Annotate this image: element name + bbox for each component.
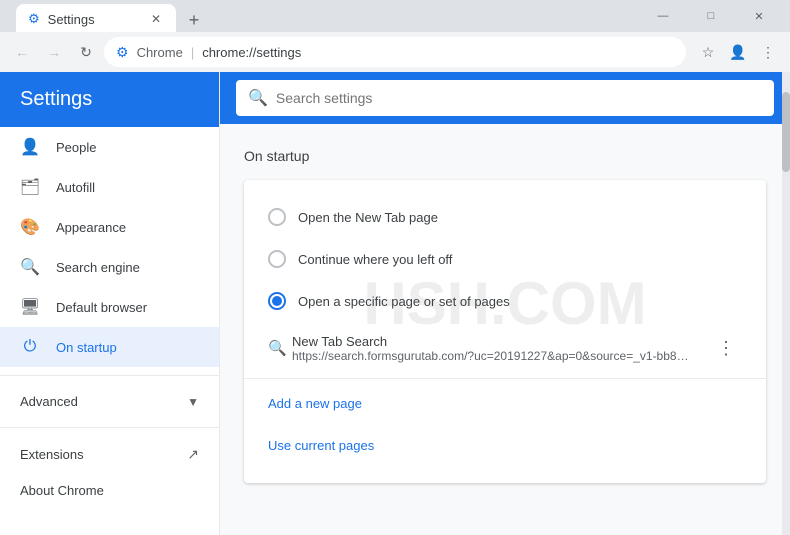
radio-label-specific: Open a specific page or set of pages (298, 294, 510, 309)
search-bar-container: 🔍 (220, 72, 790, 124)
url-text: chrome://settings (202, 45, 301, 60)
tab-title: Settings (48, 12, 95, 27)
sidebar-label-search-engine: Search engine (56, 260, 140, 275)
external-link-icon: ↗ (187, 446, 199, 463)
search-bar[interactable]: 🔍 (236, 80, 774, 116)
about-chrome-label: About Chrome (20, 483, 104, 498)
sidebar: Settings 👤 People 🗂 Autofill 🎨 Appearanc… (0, 72, 220, 535)
address-bar: ← → ↻ ⚙ Chrome | chrome://settings ☆ 👤 ⋮ (0, 32, 790, 72)
sidebar-item-about-chrome[interactable]: About Chrome (0, 473, 219, 508)
radio-circle-specific (268, 292, 286, 310)
sidebar-label-on-startup: On startup (56, 340, 117, 355)
add-new-page-container: Add a new page (244, 383, 766, 425)
people-icon: 👤 (20, 137, 40, 157)
sidebar-divider-2 (0, 427, 219, 428)
minimize-button[interactable]: — (640, 0, 686, 32)
sidebar-label-people: People (56, 140, 96, 155)
browser-content: Settings 👤 People 🗂 Autofill 🎨 Appearanc… (0, 72, 790, 535)
section-title: On startup (244, 148, 766, 164)
entry-url: https://search.formsgurutab.com/?uc=2019… (292, 349, 692, 363)
account-icon: 👤 (729, 44, 746, 61)
entry-more-button[interactable]: ⋮ (710, 332, 742, 364)
search-engine-icon: 🔍 (20, 257, 40, 277)
sidebar-extensions[interactable]: Extensions ↗ (0, 436, 219, 473)
chrome-menu-button[interactable]: ⋮ (754, 38, 782, 66)
close-icon: ✕ (754, 10, 763, 23)
radio-open-new-tab[interactable]: Open the New Tab page (244, 196, 766, 238)
use-current-pages-container: Use current pages (244, 425, 766, 467)
settings-tab[interactable]: ⚙ Settings ✕ (16, 4, 176, 34)
card-divider (244, 378, 766, 379)
sidebar-item-search-engine[interactable]: 🔍 Search engine (0, 247, 219, 287)
search-entry-row: 🔍 New Tab Search https://search.formsgur… (244, 322, 766, 374)
default-browser-icon: 🖥 (20, 297, 40, 317)
radio-label-new-tab: Open the New Tab page (298, 210, 438, 225)
autofill-icon: 🗂 (20, 177, 40, 197)
tab-bar: ⚙ Settings ✕ + (8, 0, 636, 34)
new-tab-button[interactable]: + (180, 6, 208, 34)
bookmark-button[interactable]: ☆ (694, 38, 722, 66)
sidebar-advanced-section[interactable]: Advanced ▼ (0, 384, 219, 419)
radio-circle-new-tab (268, 208, 286, 226)
title-bar: ⚙ Settings ✕ + — □ ✕ (0, 0, 790, 32)
browser-window: ⚙ Settings ✕ + — □ ✕ ← → ↻ (0, 0, 790, 535)
scrollbar-thumb[interactable] (782, 92, 790, 172)
sidebar-item-default-browser[interactable]: 🖥 Default browser (0, 287, 219, 327)
maximize-icon: □ (708, 10, 715, 22)
sidebar-divider (0, 375, 219, 376)
forward-button[interactable]: → (40, 38, 68, 66)
sidebar-item-people[interactable]: 👤 People (0, 127, 219, 167)
toolbar-right: ☆ 👤 ⋮ (694, 38, 782, 66)
extensions-label: Extensions (20, 447, 84, 462)
sidebar-label-appearance: Appearance (56, 220, 126, 235)
back-icon: ← (15, 44, 29, 60)
radio-continue[interactable]: Continue where you left off (244, 238, 766, 280)
maximize-button[interactable]: □ (688, 0, 734, 32)
sidebar-header: Settings (0, 72, 219, 127)
sidebar-item-appearance[interactable]: 🎨 Appearance (0, 207, 219, 247)
url-bar[interactable]: ⚙ Chrome | chrome://settings (104, 37, 686, 67)
sidebar-title: Settings (20, 88, 92, 110)
radio-label-continue: Continue where you left off (298, 252, 452, 267)
reload-icon: ↻ (80, 44, 92, 61)
advanced-bottom-section[interactable]: Advanced ▼ (244, 523, 766, 535)
reload-button[interactable]: ↻ (72, 38, 100, 66)
forward-icon: → (47, 44, 61, 60)
add-new-page-link[interactable]: Add a new page (268, 396, 362, 411)
search-input[interactable] (276, 90, 762, 106)
entry-title: New Tab Search (292, 334, 698, 349)
sidebar-label-default-browser: Default browser (56, 300, 147, 315)
entry-content: New Tab Search https://search.formsgurut… (292, 334, 698, 363)
content-area: On startup Open the New Tab page Continu… (220, 124, 790, 535)
star-icon: ☆ (702, 44, 715, 61)
account-button[interactable]: 👤 (724, 38, 752, 66)
radio-specific-page[interactable]: Open a specific page or set of pages (244, 280, 766, 322)
more-vert-icon: ⋮ (717, 338, 735, 359)
tab-favicon: ⚙ (28, 11, 40, 27)
use-current-pages-link[interactable]: Use current pages (268, 438, 374, 453)
on-startup-icon: ⏻ (20, 337, 40, 357)
search-bar-icon: 🔍 (248, 88, 268, 108)
startup-options-card: Open the New Tab page Continue where you… (244, 180, 766, 483)
url-separator: | (191, 45, 194, 60)
main-content: 🔍 On startup Open the New Tab page (220, 72, 790, 535)
appearance-icon: 🎨 (20, 217, 40, 237)
chrome-label: Chrome (137, 45, 183, 60)
advanced-arrow-icon: ▼ (187, 395, 199, 409)
advanced-label: Advanced (20, 394, 78, 409)
close-button[interactable]: ✕ (736, 0, 782, 32)
entry-search-icon: 🔍 (268, 339, 287, 357)
tab-close-button[interactable]: ✕ (148, 11, 164, 27)
window-controls: — □ ✕ (640, 0, 782, 32)
minimize-icon: — (658, 10, 669, 22)
chrome-logo-icon: ⚙ (116, 44, 129, 61)
radio-circle-continue (268, 250, 286, 268)
menu-icon: ⋮ (761, 44, 775, 61)
back-button[interactable]: ← (8, 38, 36, 66)
scrollbar[interactable] (782, 72, 790, 535)
sidebar-label-autofill: Autofill (56, 180, 95, 195)
sidebar-item-autofill[interactable]: 🗂 Autofill (0, 167, 219, 207)
sidebar-item-on-startup[interactable]: ⏻ On startup (0, 327, 219, 367)
